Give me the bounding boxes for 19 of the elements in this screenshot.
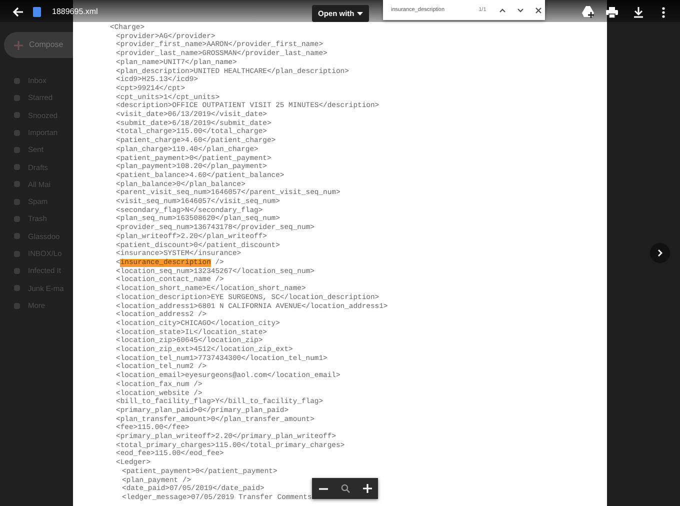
download-icon [632,6,644,18]
compose-button[interactable]: Compose [4,32,73,58]
close-icon [535,6,542,14]
magnifier-icon [340,484,350,493]
caret-icon [357,12,364,16]
arrow-left-icon [12,6,24,18]
zoom-reset-button[interactable] [340,484,350,493]
print-button[interactable] [604,4,620,20]
chevron-right-icon [656,249,664,257]
drive-add-button[interactable] [580,4,596,20]
drive-add-icon [582,6,594,18]
file-icon [33,7,41,17]
chevron-down-icon [517,8,524,12]
plus-icon [362,484,372,493]
zoom-in-button[interactable] [362,484,372,493]
more-icon [662,6,664,18]
plus-icon [14,40,23,50]
minus-icon [318,488,328,490]
chevron-up-icon [499,8,506,12]
